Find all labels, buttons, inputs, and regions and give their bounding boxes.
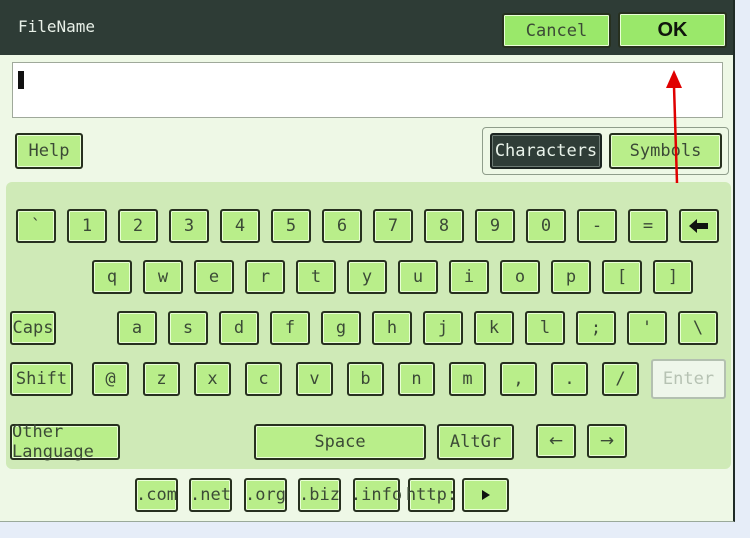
key-1[interactable]: 1 <box>67 209 107 243</box>
key-p[interactable]: p <box>551 260 591 294</box>
key-backtick[interactable]: ` <box>16 209 56 243</box>
key-d[interactable]: d <box>219 311 259 345</box>
key-apostrophe[interactable]: ' <box>627 311 667 345</box>
virtual-keyboard-dialog: FileName Cancel OK Help Characters Symbo… <box>0 0 735 522</box>
key-z[interactable]: z <box>143 362 180 396</box>
key-v[interactable]: v <box>296 362 333 396</box>
space-key[interactable]: Space <box>254 424 426 460</box>
cursor-left-button[interactable]: ← <box>536 424 576 458</box>
key-s[interactable]: s <box>168 311 208 345</box>
shortcut-biz[interactable]: .biz <box>298 478 341 512</box>
key-n[interactable]: n <box>398 362 435 396</box>
backspace-icon <box>689 219 708 233</box>
key-g[interactable]: g <box>321 311 361 345</box>
key-b[interactable]: b <box>347 362 384 396</box>
key-backslash[interactable]: \ <box>678 311 718 345</box>
play-icon <box>481 490 490 500</box>
key-t[interactable]: t <box>296 260 336 294</box>
enter-key[interactable]: Enter <box>651 359 726 399</box>
key-at[interactable]: @ <box>92 362 129 396</box>
arrow-right-icon: → <box>599 431 615 451</box>
key-5[interactable]: 5 <box>271 209 311 243</box>
key-y[interactable]: y <box>347 260 387 294</box>
key-q[interactable]: q <box>92 260 132 294</box>
key-f[interactable]: f <box>270 311 310 345</box>
key-o[interactable]: o <box>500 260 540 294</box>
key-a[interactable]: a <box>117 311 157 345</box>
key-right-bracket[interactable]: ] <box>653 260 693 294</box>
key-4[interactable]: 4 <box>220 209 260 243</box>
key-7[interactable]: 7 <box>373 209 413 243</box>
other-language-button[interactable]: Other Language <box>10 422 120 462</box>
key-minus[interactable]: - <box>577 209 617 243</box>
key-period[interactable]: . <box>551 362 588 396</box>
help-button[interactable]: Help <box>15 133 83 169</box>
key-2[interactable]: 2 <box>118 209 158 243</box>
filename-input[interactable] <box>12 62 723 118</box>
key-l[interactable]: l <box>525 311 565 345</box>
key-r[interactable]: r <box>245 260 285 294</box>
ok-button[interactable]: OK <box>618 12 727 48</box>
key-h[interactable]: h <box>372 311 412 345</box>
title-bar: FileName Cancel OK <box>0 0 733 55</box>
next-button[interactable] <box>462 478 509 512</box>
key-i[interactable]: i <box>449 260 489 294</box>
key-equals[interactable]: = <box>628 209 668 243</box>
shortcut-net[interactable]: .net <box>189 478 232 512</box>
key-3[interactable]: 3 <box>169 209 209 243</box>
key-u[interactable]: u <box>398 260 438 294</box>
symbols-mode-button[interactable]: Symbols <box>609 133 722 169</box>
shortcut-http[interactable]: http: <box>406 478 457 512</box>
shift-key[interactable]: Shift <box>10 362 73 396</box>
key-0[interactable]: 0 <box>526 209 566 243</box>
altgr-key[interactable]: AltGr <box>437 424 514 460</box>
key-e[interactable]: e <box>194 260 234 294</box>
characters-mode-button[interactable]: Characters <box>490 133 602 169</box>
key-comma[interactable]: , <box>500 362 537 396</box>
backspace-key[interactable] <box>679 209 719 243</box>
shortcut-org[interactable]: .org <box>244 478 287 512</box>
key-9[interactable]: 9 <box>475 209 515 243</box>
key-slash[interactable]: / <box>602 362 639 396</box>
key-8[interactable]: 8 <box>424 209 464 243</box>
cursor-right-button[interactable]: → <box>587 424 627 458</box>
text-caret <box>18 71 24 89</box>
key-x[interactable]: x <box>194 362 231 396</box>
caps-lock-key[interactable]: Caps <box>10 311 56 345</box>
shortcut-com[interactable]: .com <box>135 478 178 512</box>
key-j[interactable]: j <box>423 311 463 345</box>
key-k[interactable]: k <box>474 311 514 345</box>
key-m[interactable]: m <box>449 362 486 396</box>
arrow-left-icon: ← <box>548 431 564 451</box>
key-6[interactable]: 6 <box>322 209 362 243</box>
cancel-button[interactable]: Cancel <box>502 13 611 48</box>
key-w[interactable]: w <box>143 260 183 294</box>
shortcut-info[interactable]: .info <box>351 478 402 512</box>
dialog-title: FileName <box>18 17 96 36</box>
key-semicolon[interactable]: ; <box>576 311 616 345</box>
key-left-bracket[interactable]: [ <box>602 260 642 294</box>
key-c[interactable]: c <box>245 362 282 396</box>
